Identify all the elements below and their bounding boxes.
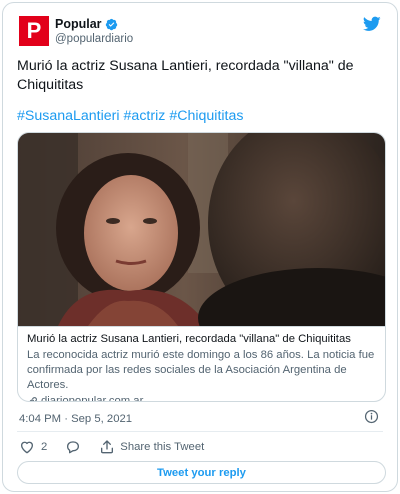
link-icon [29,397,37,401]
tweet-your-reply-button[interactable]: Tweet your reply [17,461,386,484]
action-bar: 2 Share this Tweet [19,438,222,456]
tweet-text: Murió la actriz Susana Lantieri, recorda… [17,58,354,93]
author-handle[interactable]: @populardiario [55,33,133,45]
author-display-name[interactable]: Popular [55,17,102,31]
tweet-embed: P Popular @populardiario Murió la actriz… [2,2,398,492]
avatar-letter: P [26,18,42,43]
verified-badge-icon [105,18,117,30]
hashtag-link[interactable]: #SusanaLantieri [17,108,120,124]
reply-action[interactable] [65,439,81,455]
like-count: 2 [41,441,48,453]
card-domain-text[interactable]: diariopopular.com.ar [41,394,143,401]
avatar[interactable]: P [19,16,49,46]
card-title[interactable]: Murió la actriz Susana Lantieri, recorda… [27,332,378,347]
author-block[interactable]: Popular @populardiario [55,17,133,45]
divider [17,431,383,432]
reply-icon [67,441,80,454]
share-button[interactable]: Share this Tweet [99,439,204,455]
tweet-meta: 4:04 PM · Sep 5, 2021 [19,409,379,425]
hashtag-link[interactable]: #Chiquititas [169,108,243,124]
hashtag-row: #SusanaLantieri #actriz #Chiquititas [17,108,247,124]
share-icon [101,440,114,454]
like-button[interactable]: 2 [19,439,47,455]
card-image[interactable] [18,133,386,326]
tweet-header: P Popular @populardiario [19,16,385,50]
info-icon[interactable] [364,409,379,424]
share-label: Share this Tweet [120,441,205,453]
tweet-timestamp[interactable]: 4:04 PM · Sep 5, 2021 [19,413,132,425]
hashtag-link[interactable]: #actriz [124,108,166,124]
card-description: La reconocida actriz murió este domingo … [27,349,375,391]
link-card[interactable]: Murió la actriz Susana Lantieri, recorda… [17,132,386,402]
heart-icon [20,441,34,454]
card-domain[interactable]: diariopopular.com.ar [27,394,378,401]
card-body[interactable]: Murió la actriz Susana Lantieri, recorda… [18,326,385,401]
twitter-bird-icon[interactable] [363,16,381,32]
